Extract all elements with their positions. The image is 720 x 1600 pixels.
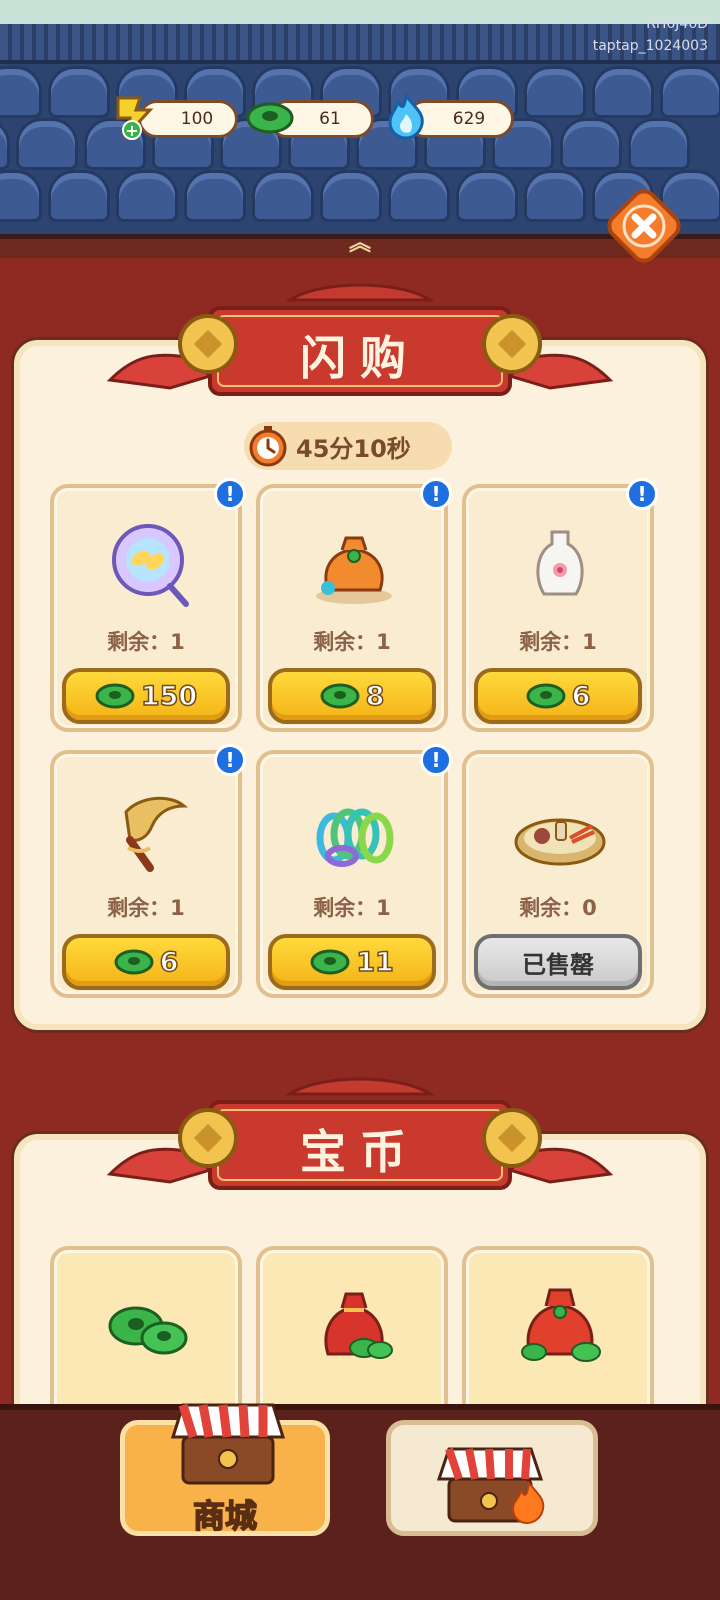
remaining-count: 剩余：1 (313, 630, 391, 654)
remaining-count: 剩余：1 (107, 896, 185, 920)
tab-shop[interactable]: 商城 (120, 1403, 330, 1536)
remaining-count: 剩余：0 (519, 896, 597, 920)
price-label: 150 (140, 680, 198, 713)
remaining-count: 剩余：1 (107, 630, 185, 654)
info-alert-icon[interactable]: ! (420, 744, 452, 776)
price-label: 6 (571, 680, 591, 713)
tab-hot-shop[interactable] (386, 1420, 598, 1536)
porcelain-vase-icon (536, 530, 584, 596)
jade-coin-icon (310, 949, 350, 975)
price-label: 11 (355, 946, 394, 979)
shop-stall-icon (170, 1403, 286, 1485)
jade-coin-icon (95, 683, 135, 709)
price-label: 8 (365, 680, 385, 713)
jade-coins-icon (108, 1306, 188, 1355)
flash-item-card[interactable]: 剩余：1 6 (50, 750, 242, 998)
golden-horn-icon (124, 796, 189, 872)
rainbow-rings-icon (316, 808, 394, 867)
spiral-fan-icon (112, 524, 189, 607)
stopwatch-icon (249, 426, 287, 467)
flash-item-card[interactable]: 剩余：1 8 (256, 484, 448, 732)
food-platter-icon (514, 818, 606, 866)
remaining-count: 剩余：1 (519, 630, 597, 654)
jade-coin-icon (526, 683, 566, 709)
timer-text: 45分10秒 (296, 434, 411, 463)
flash-item-card[interactable]: 剩余：1 6 (462, 484, 654, 732)
info-alert-icon[interactable]: ! (214, 744, 246, 776)
coin-shop-title: 宝币 (300, 1125, 420, 1179)
large-red-coin-pouch-icon (521, 1288, 601, 1362)
bottom-tab-bar (0, 1404, 720, 1600)
jade-coin-icon (246, 102, 294, 134)
flash-sale-timer: 45分10秒 (244, 422, 452, 470)
hot-stall-icon (436, 1447, 545, 1525)
add-stamina-icon[interactable]: + (122, 120, 142, 140)
jade-coin-icon (320, 683, 360, 709)
remaining-count: 剩余：1 (313, 896, 391, 920)
flash-item-card[interactable]: 剩余：1 11 (256, 750, 448, 998)
buy-button[interactable]: 11 (268, 934, 436, 990)
buy-button[interactable]: 6 (62, 934, 230, 990)
blue-flame-icon (388, 92, 424, 140)
flash-item-card: 剩余：0 已售罄 (462, 750, 654, 998)
info-alert-icon[interactable]: ! (214, 478, 246, 510)
info-alert-icon[interactable]: ! (420, 478, 452, 510)
flash-item-card[interactable]: 剩余：1 150 (50, 484, 242, 732)
buy-button[interactable]: 150 (62, 668, 230, 724)
device-code: RH6J46D (646, 16, 708, 32)
tab-shop-label: 商城 (192, 1496, 258, 1536)
chevron-up-icon[interactable]: ︽ (342, 232, 378, 256)
sold-out-button: 已售罄 (474, 934, 642, 990)
buy-button[interactable]: 6 (474, 668, 642, 724)
info-alert-icon[interactable]: ! (626, 478, 658, 510)
flash-sale-title: 闪购 (300, 331, 420, 385)
jade-coin-icon (114, 949, 154, 975)
lucky-pouch-icon (316, 536, 392, 604)
close-icon[interactable] (606, 188, 682, 264)
red-coin-pouch-icon (324, 1292, 393, 1359)
price-label: 6 (159, 946, 179, 979)
channel-code: taptap_1024003 (592, 38, 708, 54)
buy-button[interactable]: 8 (268, 668, 436, 724)
